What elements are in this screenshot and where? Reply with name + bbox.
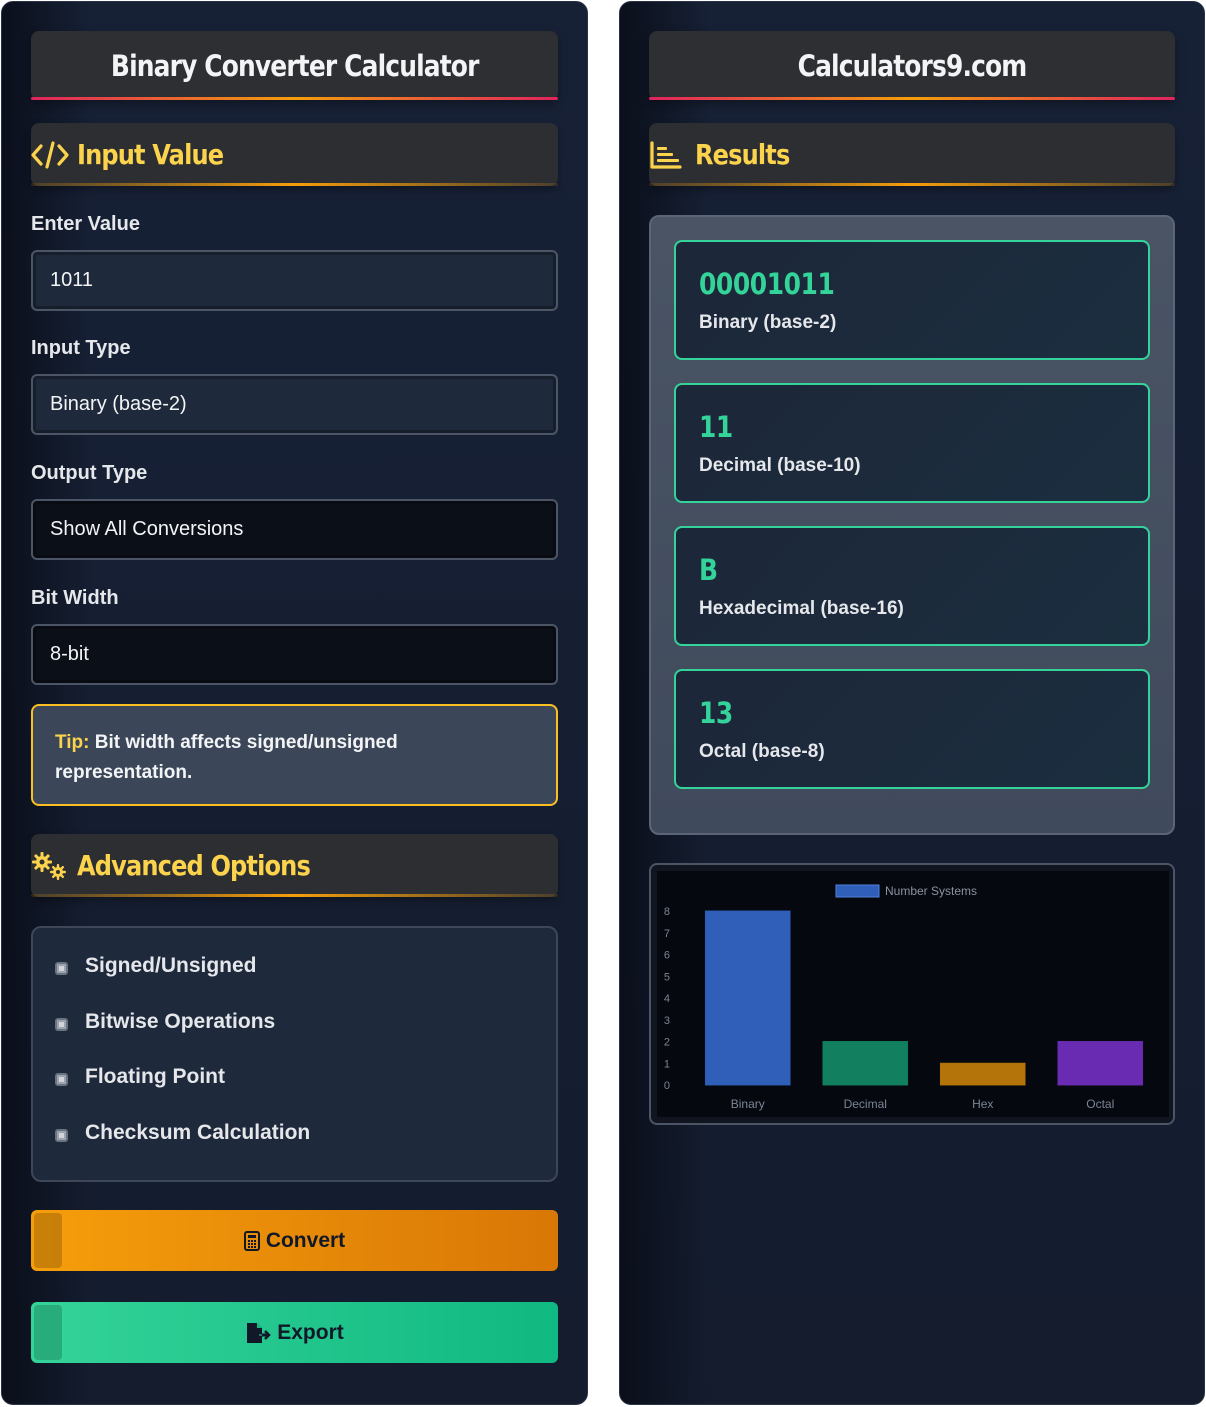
bar-octal[interactable]: [1057, 1041, 1144, 1086]
site-title: Calculators9.com: [797, 48, 1028, 83]
page-title: Binary Converter Calculator: [110, 48, 479, 83]
x-tick-label: Decimal: [844, 1097, 887, 1111]
site-title-bar: Calculators9.com: [649, 31, 1175, 100]
output-type-label: Output Type: [31, 462, 148, 484]
advanced-options-list: Signed/Unsigned Bitwise Operations Float…: [31, 926, 558, 1182]
enter-value-input[interactable]: 1011: [31, 250, 558, 311]
bit-width-label: Bit Width: [31, 587, 119, 609]
output-type-select[interactable]: Show All Conversions: [31, 499, 558, 560]
x-tick-label: Octal: [1086, 1097, 1114, 1111]
result-card-binary: 00001011 Binary (base-2): [674, 240, 1150, 360]
option-bitwise-operations[interactable]: Bitwise Operations: [55, 1010, 275, 1034]
result-value: 13: [699, 696, 733, 730]
option-label: Checksum Calculation: [85, 1121, 311, 1144]
y-tick-label: 8: [664, 906, 670, 918]
bar-decimal[interactable]: [822, 1041, 909, 1086]
result-label: Octal (base-8): [699, 741, 825, 762]
y-tick-label: 2: [664, 1037, 670, 1049]
advanced-section-title: Advanced Options: [77, 849, 311, 882]
number-systems-chart: Number Systems 0 1 2 3 4 5 6 7 8 Binary Decimal He…: [649, 863, 1175, 1125]
results-panel: Calculators9.com Results 00001011 Binary…: [619, 1, 1205, 1405]
option-signed-unsigned[interactable]: Signed/Unsigned: [55, 954, 257, 978]
y-tick-label: 7: [664, 928, 670, 940]
result-value: B: [699, 553, 718, 587]
bar-hex[interactable]: [939, 1062, 1026, 1086]
x-tick-label: Binary: [731, 1097, 765, 1111]
advanced-section-header: Advanced Options: [31, 834, 558, 897]
y-axis-ticks: 0 1 2 3 4 5 6 7 8: [664, 906, 670, 1092]
tip-box: Tip: Bit width affects signed/unsigned r…: [31, 704, 558, 806]
code-icon: [31, 140, 69, 170]
result-value: 00001011: [699, 267, 835, 301]
bar-binary[interactable]: [704, 910, 791, 1086]
gears-icon: [31, 851, 69, 881]
option-label: Floating Point: [85, 1065, 225, 1088]
option-checkbox[interactable]: [55, 961, 68, 975]
chart-legend[interactable]: Number Systems: [835, 884, 977, 898]
option-label: Bitwise Operations: [85, 1010, 276, 1033]
result-label: Hexadecimal (base-16): [699, 598, 904, 619]
y-tick-label: 0: [664, 1080, 670, 1092]
result-label: Binary (base-2): [699, 312, 837, 333]
option-checkbox[interactable]: [55, 1017, 68, 1031]
option-floating-point[interactable]: Floating Point: [55, 1065, 225, 1089]
results-section-title: Results: [695, 138, 790, 171]
y-tick-label: 6: [664, 950, 670, 962]
export-button-label: Export: [277, 1320, 344, 1344]
option-checkbox[interactable]: [55, 1128, 68, 1142]
converter-panel: Binary Converter Calculator Input Value …: [1, 1, 588, 1405]
chart-bars-icon: [649, 140, 687, 170]
y-tick-label: 1: [664, 1058, 670, 1070]
input-type-select[interactable]: Binary (base-2): [31, 374, 558, 435]
calculator-icon: [243, 1230, 260, 1251]
y-tick-label: 3: [664, 1015, 670, 1027]
option-checkbox[interactable]: [55, 1072, 68, 1086]
result-card-decimal: 11 Decimal (base-10): [674, 383, 1150, 503]
input-section-title: Input Value: [77, 138, 224, 171]
convert-button-label: Convert: [265, 1228, 346, 1252]
results-container: 00001011 Binary (base-2) 11 Decimal (bas…: [649, 215, 1175, 835]
tip-text: Bit width affects signed/unsigned repres…: [55, 732, 398, 783]
export-button[interactable]: Export: [31, 1302, 558, 1363]
file-export-icon: [245, 1322, 272, 1344]
tip-label: Tip:: [55, 732, 90, 753]
input-type-label: Input Type: [31, 337, 131, 359]
input-section-header: Input Value: [31, 123, 558, 186]
y-tick-label: 4: [664, 993, 670, 1005]
result-card-octal: 13 Octal (base-8): [674, 669, 1150, 789]
convert-button[interactable]: Convert: [31, 1210, 558, 1271]
legend-swatch: [835, 884, 880, 898]
legend-label: Number Systems: [885, 884, 977, 898]
results-section-header: Results: [649, 123, 1175, 186]
x-tick-label: Hex: [972, 1097, 993, 1111]
y-tick-label: 5: [664, 971, 670, 983]
option-label: Signed/Unsigned: [85, 954, 257, 977]
result-value: 11: [699, 410, 733, 444]
option-checksum-calculation[interactable]: Checksum Calculation: [55, 1121, 310, 1145]
result-card-hexadecimal: B Hexadecimal (base-16): [674, 526, 1150, 646]
chart-canvas: Number Systems 0 1 2 3 4 5 6 7 8 Binary Decimal He…: [657, 871, 1169, 1117]
enter-value-label: Enter Value: [31, 213, 140, 235]
result-label: Decimal (base-10): [699, 455, 861, 476]
bit-width-select[interactable]: 8-bit: [31, 624, 558, 685]
converter-title-bar: Binary Converter Calculator: [31, 31, 558, 100]
